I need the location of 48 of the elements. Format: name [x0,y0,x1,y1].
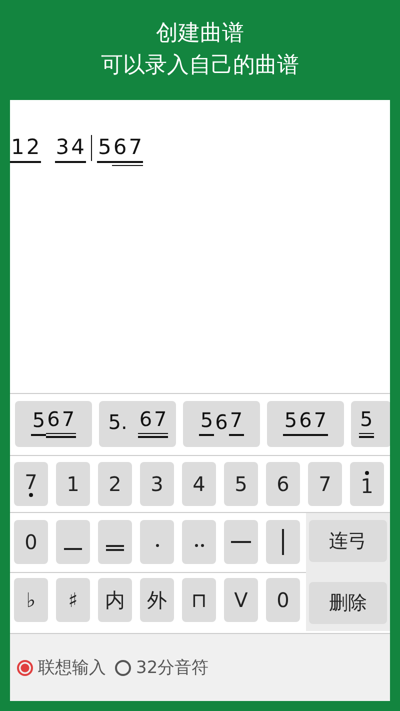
barline-icon [282,529,284,555]
symbol-key[interactable]: 外 [140,578,174,622]
symbol-key[interactable]: ♭ [14,578,48,622]
function-key[interactable]: 删除 [309,582,387,624]
suggestion-key[interactable]: 5 6 7 [15,401,92,447]
note-key[interactable]: 6 [266,462,300,506]
symbol-key[interactable]: ♯ [56,578,90,622]
note-key[interactable]: 7 [14,462,48,506]
note-key[interactable]: 7 [308,462,342,506]
radio-label[interactable]: 联想输入 [38,656,106,679]
radio-button[interactable] [115,660,131,676]
suggestion-key[interactable]: 5 [351,401,390,447]
note-key[interactable]: 3 [140,462,174,506]
symbol-key[interactable]: 0 [266,578,300,622]
symbol-key[interactable]: 内 [98,578,132,622]
function-key[interactable]: 连弓 [309,520,387,562]
symbol-key[interactable] [224,520,258,564]
dash-icon [231,541,251,543]
score-note: 2 [25,135,41,162]
double-line-icon [106,545,124,551]
score-note: 4 [70,135,86,162]
symbol-key[interactable]: V [224,578,258,622]
score-note: 1 [10,135,26,162]
suggestion-key[interactable]: 5 6 7 [267,401,344,447]
barline [90,135,92,161]
symbol-key[interactable] [56,520,90,564]
symbol-key[interactable] [266,520,300,564]
score-note: 5 [97,135,112,162]
double-dot-icon [194,544,204,546]
suggestion-key[interactable]: 5 6 7 [183,401,260,447]
note-key[interactable]: 1 [56,462,90,506]
note-key[interactable]: 1 [350,462,384,506]
symbol-key[interactable] [98,520,132,564]
radio-label[interactable]: 32分音符 [136,656,209,679]
header-subtitle: 可以录入自己的曲谱 [101,52,299,80]
score-note: 7 [128,135,144,166]
header-title: 创建曲谱 [156,20,244,48]
note-key[interactable]: 5 [224,462,258,506]
suggestion-key[interactable]: 5. 6 7 [99,401,176,447]
symbol-key[interactable]: ⊓ [182,578,216,622]
dot-icon [156,544,158,546]
score-note: 6 [112,135,128,166]
radio-button[interactable] [17,660,33,676]
note-key[interactable]: 4 [182,462,216,506]
symbol-key[interactable]: 0 [14,520,48,564]
score-note: 3 [54,135,70,162]
note-key[interactable]: 2 [98,462,132,506]
single-line-icon [64,548,82,550]
